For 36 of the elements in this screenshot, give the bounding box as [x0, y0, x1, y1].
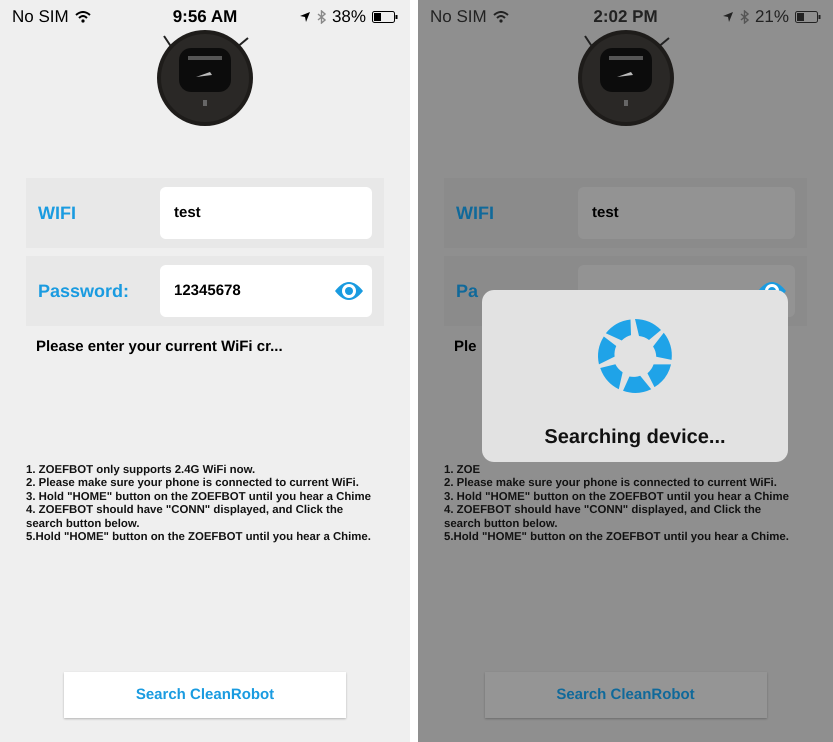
instruction-text: 1. ZOEFBOT only supports 2.4G WiFi now.: [26, 464, 256, 477]
hint-text: Please enter your current WiFi cr...: [36, 337, 284, 357]
battery-icon: [372, 11, 398, 23]
instruction-text: 2. Please make sure your phone is connected to current WiFi.: [26, 477, 360, 490]
clock-time: 9:56 AM: [172, 6, 238, 28]
instruction-text: 3. Hold "HOME" button on the ZOEFBOT until you hear a Chime: [444, 490, 790, 504]
instruction-text: 4. ZOEFBOT should have "CONN" displayed, and Click the search button below.: [26, 504, 344, 531]
battery-icon: [795, 11, 821, 23]
eye-icon[interactable]: [334, 279, 364, 303]
bluetooth-icon: [316, 10, 326, 24]
password-label: Password:: [38, 280, 130, 302]
instruction-text: 2. Please make sure your phone is connected to current WiFi.: [444, 477, 778, 490]
wifi-signal-icon: [74, 11, 91, 23]
instruction-text: 5.Hold "HOME" button on the ZOEFBOT until you hear a Chime.: [26, 531, 372, 544]
carrier-label: No SIM: [430, 6, 487, 28]
bluetooth-icon: [740, 10, 749, 24]
wifi-name-field[interactable]: test: [160, 187, 372, 239]
wifi-signal-icon: [492, 11, 509, 23]
battery-percent: 21%: [754, 6, 789, 28]
carrier-label: No SIM: [12, 6, 69, 28]
password-field[interactable]: 12345678: [160, 265, 372, 317]
hint-text: Ple: [454, 337, 478, 357]
wifi-label: WIFI: [38, 202, 77, 224]
wifi-label: WIFI: [456, 202, 495, 224]
location-arrow-icon: [298, 11, 311, 23]
instruction-text: 1. ZOE: [444, 464, 482, 477]
battery-percent: 38%: [332, 6, 366, 28]
instruction-text: 3. Hold "HOME" button on the ZOEFBOT until you hear a Chime: [26, 490, 372, 504]
clock-time: 2:02 PM: [593, 6, 658, 28]
location-arrow-icon: [722, 11, 734, 23]
searching-message: Searching device...: [544, 425, 726, 450]
wifi-name-field[interactable]: test: [578, 187, 795, 239]
instruction-text: 4. ZOEFBOT should have "CONN" displayed, and Click the search button below.: [444, 504, 762, 531]
loading-spinner-icon: [595, 316, 675, 396]
instruction-text: 5.Hold "HOME" button on the ZOEFBOT until you hear a Chime.: [444, 531, 790, 544]
password-label: Pa: [456, 280, 480, 302]
